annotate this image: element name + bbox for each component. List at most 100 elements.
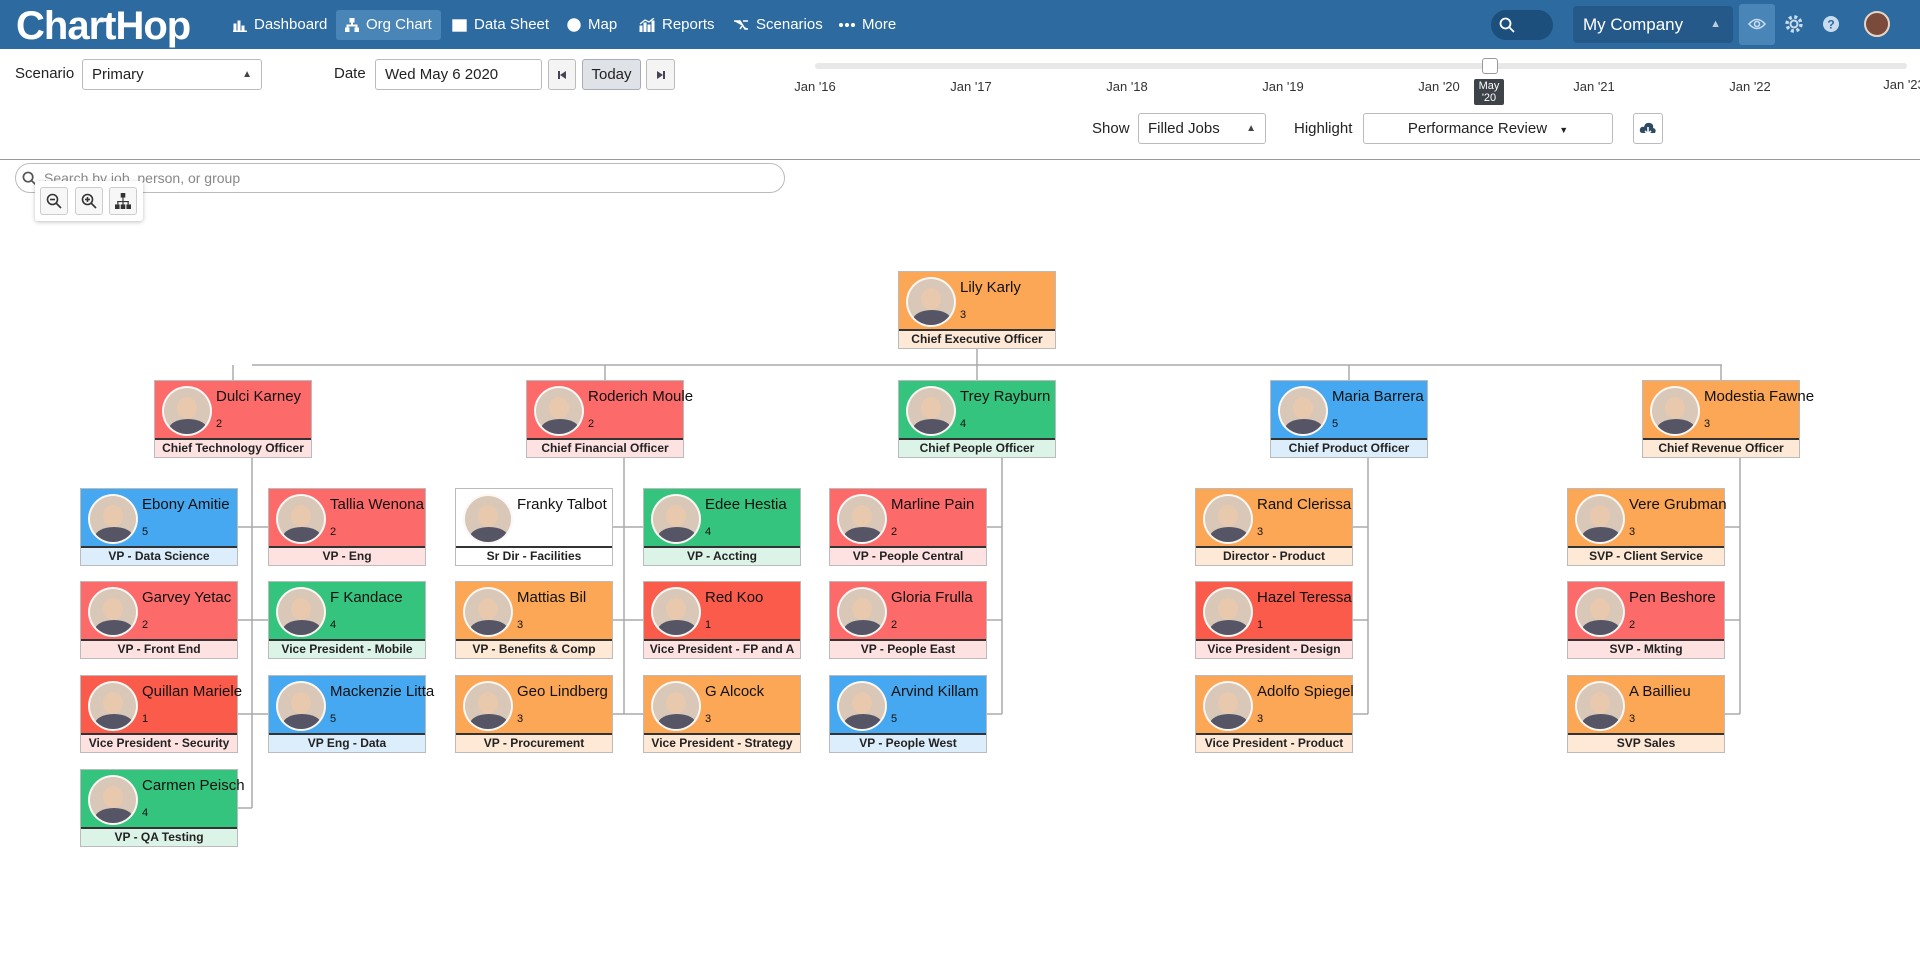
org-card[interactable]: Ebony Amitie 5 VP - Data Science xyxy=(80,488,238,566)
person-name[interactable]: Lily Karly xyxy=(960,279,1021,296)
person-name[interactable]: Hazel Teressa xyxy=(1257,589,1352,606)
person-name[interactable]: Dulci Karney xyxy=(216,388,301,405)
help-icon[interactable]: ? xyxy=(1820,13,1842,35)
org-card[interactable]: Garvey Yetac 2 VP - Front End xyxy=(80,581,238,659)
person-photo[interactable] xyxy=(1203,494,1253,544)
person-name[interactable]: Mattias Bil xyxy=(517,589,586,606)
person-name[interactable]: Quillan Mariele xyxy=(142,683,242,700)
org-card[interactable]: Trey Rayburn 4 Chief People Officer xyxy=(898,380,1056,458)
timeline-track[interactable] xyxy=(815,63,1907,69)
org-card[interactable]: Carmen Peisch 4 VP - QA Testing xyxy=(80,769,245,847)
org-card[interactable]: Maria Barrera 5 Chief Product Officer xyxy=(1270,380,1428,458)
person-name[interactable]: Roderich Moule xyxy=(588,388,693,405)
person-name[interactable]: Garvey Yetac xyxy=(142,589,231,606)
person-name[interactable]: Franky Talbot xyxy=(517,496,607,513)
person-name[interactable]: A Baillieu xyxy=(1629,683,1691,700)
org-card[interactable]: Dulci Karney 2 Chief Technology Officer xyxy=(154,380,312,458)
show-select[interactable]: Filled Jobs ▲ xyxy=(1138,113,1266,144)
org-card[interactable]: A Baillieu 3 SVP Sales xyxy=(1567,675,1725,753)
person-name[interactable]: Carmen Peisch xyxy=(142,777,245,794)
org-card[interactable]: Pen Beshore 2 SVP - Mkting xyxy=(1567,581,1725,659)
fit-chart-button[interactable] xyxy=(109,187,137,215)
person-photo[interactable] xyxy=(651,681,701,731)
person-name[interactable]: Trey Rayburn xyxy=(960,388,1050,405)
person-photo[interactable] xyxy=(837,681,887,731)
global-search-button[interactable] xyxy=(1491,10,1553,40)
person-name[interactable]: Arvind Killam xyxy=(891,683,979,700)
zoom-out-button[interactable] xyxy=(40,187,68,215)
company-selector[interactable]: My Company ▲ xyxy=(1573,6,1733,43)
person-photo[interactable] xyxy=(534,386,584,436)
person-name[interactable]: Adolfo Spiegel xyxy=(1257,683,1354,700)
org-card[interactable]: Adolfo Spiegel 3 Vice President - Product xyxy=(1195,675,1354,753)
person-photo[interactable] xyxy=(1203,681,1253,731)
nav-org-chart[interactable]: Org Chart xyxy=(336,10,441,40)
person-name[interactable]: G Alcock xyxy=(705,683,764,700)
today-button[interactable]: Today xyxy=(582,59,641,90)
org-card[interactable]: Rand Clerissa 3 Director - Product xyxy=(1195,488,1353,566)
person-photo[interactable] xyxy=(1203,587,1253,637)
person-photo[interactable] xyxy=(1650,386,1700,436)
person-photo[interactable] xyxy=(1278,386,1328,436)
nav-dashboard[interactable]: Dashboard xyxy=(224,10,336,40)
org-card[interactable]: Arvind Killam 5 VP - People West xyxy=(829,675,987,753)
person-photo[interactable] xyxy=(1575,587,1625,637)
nav-more[interactable]: More xyxy=(830,10,905,40)
org-card[interactable]: Franky Talbot Sr Dir - Facilities xyxy=(455,488,613,566)
org-card[interactable]: Vere Grubman 3 SVP - Client Service xyxy=(1567,488,1727,566)
person-photo[interactable] xyxy=(463,587,513,637)
nav-data-sheet[interactable]: Data Sheet xyxy=(443,10,558,40)
person-photo[interactable] xyxy=(906,277,956,327)
person-name[interactable]: Red Koo xyxy=(705,589,763,606)
highlight-select[interactable]: Performance Review ▼ xyxy=(1363,113,1613,144)
zoom-in-button[interactable] xyxy=(75,187,103,215)
person-name[interactable]: Mackenzie Litta xyxy=(330,683,434,700)
person-name[interactable]: F Kandace xyxy=(330,589,403,606)
person-photo[interactable] xyxy=(88,494,138,544)
org-card[interactable]: Quillan Mariele 1 Vice President - Securit… xyxy=(80,675,242,753)
org-card[interactable]: G Alcock 3 Vice President - Strategy xyxy=(643,675,801,753)
person-photo[interactable] xyxy=(276,681,326,731)
next-date-button[interactable] xyxy=(646,59,675,90)
person-name[interactable]: Geo Lindberg xyxy=(517,683,608,700)
org-card[interactable]: Modestia Fawne 3 Chief Revenue Officer xyxy=(1642,380,1814,458)
person-photo[interactable] xyxy=(906,386,956,436)
person-name[interactable]: Rand Clerissa xyxy=(1257,496,1351,513)
person-photo[interactable] xyxy=(463,681,513,731)
person-photo[interactable] xyxy=(276,494,326,544)
person-photo[interactable] xyxy=(162,386,212,436)
org-card[interactable]: Lily Karly 3 Chief Executive Officer xyxy=(898,271,1056,349)
org-card[interactable]: Roderich Moule 2 Chief Financial Officer xyxy=(526,380,693,458)
export-button[interactable] xyxy=(1633,113,1663,144)
person-photo[interactable] xyxy=(88,775,138,825)
person-name[interactable]: Ebony Amitie xyxy=(142,496,230,513)
person-photo[interactable] xyxy=(463,494,513,544)
person-name[interactable]: Vere Grubman xyxy=(1629,496,1727,513)
person-name[interactable]: Gloria Frulla xyxy=(891,589,973,606)
person-photo[interactable] xyxy=(88,587,138,637)
date-input[interactable]: Wed May 6 2020 xyxy=(375,59,542,90)
person-photo[interactable] xyxy=(1575,681,1625,731)
user-avatar[interactable] xyxy=(1864,11,1890,37)
org-card[interactable]: Edee Hestia 4 VP - Accting xyxy=(643,488,801,566)
org-card[interactable]: Red Koo 1 Vice President - FP and A xyxy=(643,581,801,659)
person-photo[interactable] xyxy=(651,494,701,544)
org-card[interactable]: Hazel Teressa 1 Vice President - Design xyxy=(1195,581,1353,659)
person-photo[interactable] xyxy=(837,494,887,544)
timeline-slider-handle[interactable] xyxy=(1482,58,1498,74)
person-photo[interactable] xyxy=(1575,494,1625,544)
person-photo[interactable] xyxy=(88,681,138,731)
org-card[interactable]: Mackenzie Litta 5 VP Eng - Data xyxy=(268,675,434,753)
nav-scenarios[interactable]: Scenarios xyxy=(724,10,832,40)
person-name[interactable]: Maria Barrera xyxy=(1332,388,1424,405)
person-name[interactable]: Pen Beshore xyxy=(1629,589,1716,606)
person-name[interactable]: Marline Pain xyxy=(891,496,974,513)
person-name[interactable]: Modestia Fawne xyxy=(1704,388,1814,405)
person-photo[interactable] xyxy=(651,587,701,637)
org-card[interactable]: Gloria Frulla 2 VP - People East xyxy=(829,581,987,659)
nav-reports[interactable]: Reports xyxy=(630,10,724,40)
scenario-select[interactable]: Primary ▲ xyxy=(82,59,262,90)
nav-map[interactable]: Map xyxy=(558,10,626,40)
person-name[interactable]: Tallia Wenona xyxy=(330,496,424,513)
charthop-logo[interactable]: ChartHop xyxy=(16,4,191,49)
